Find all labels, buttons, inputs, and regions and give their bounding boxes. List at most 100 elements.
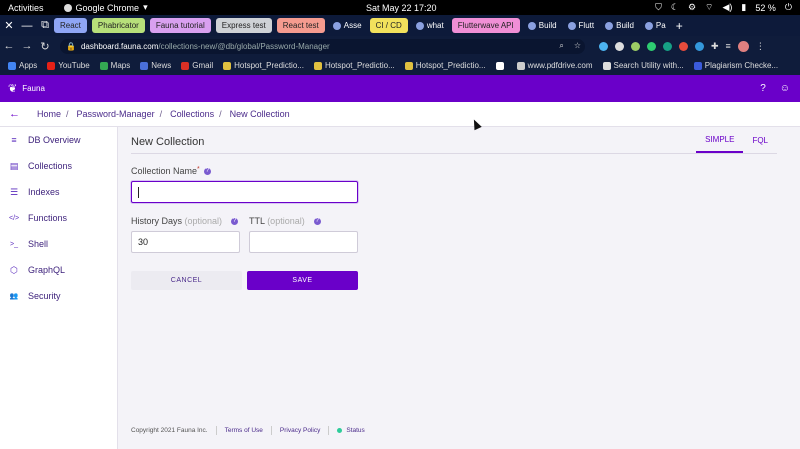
bookmark-favicon-icon [313,61,322,70]
bookmark-item[interactable]: Apps [8,61,37,70]
status-dot-icon [337,428,343,433]
terms-link[interactable]: Terms of Use [225,427,263,434]
extension-icon[interactable] [695,41,704,51]
breadcrumb: ← Home / Password-Manager / Collections … [0,102,800,127]
divider [215,426,217,435]
browser-tab[interactable]: React test [276,18,325,33]
bookmark-item[interactable]: Search Utility with... [602,61,684,70]
sidebar-item-functions[interactable]: </> Functions [0,205,117,231]
chrome-icon [63,3,72,12]
save-button[interactable]: SAVE [247,271,358,290]
avatar[interactable] [737,40,749,52]
breadcrumb-database[interactable]: Password-Manager [77,109,155,119]
bookmark-item[interactable]: Gmail [181,61,213,70]
sidebar-item-shell[interactable]: >_ Shell [0,231,117,257]
browser-tab[interactable]: CI / CD [369,18,408,33]
browser-tab[interactable]: Asse [330,18,365,33]
bookmark-favicon-icon [181,61,190,70]
address-row: ← → ↻ 🔒 dashboard.fauna.com /collections… [0,36,800,56]
bookmark-item[interactable] [495,61,507,70]
bookmark-item[interactable]: www.pdfdrive.com [516,61,593,70]
breadcrumb-home[interactable]: Home [37,109,61,119]
extension-icon[interactable] [615,41,624,51]
tab-simple[interactable]: SIMPLE [696,127,744,153]
extensions: ✚ ≡ ⋮ [599,40,765,52]
puzzle-icon[interactable]: ✚ [711,41,719,52]
bookmark-favicon-icon [47,61,56,70]
menu-icon[interactable]: ⋮ [756,41,765,52]
breadcrumb-collections[interactable]: Collections [170,109,214,119]
sidebar-item-security[interactable]: 👥 Security [0,283,117,309]
search-icon[interactable]: ⌕ [559,41,563,51]
close-window-icon[interactable]: ✕ [0,19,18,32]
activities-button[interactable]: Activities [8,3,44,13]
bookmarks-bar: Apps YouTube Maps News Gmail Hotspot_Predicti… [0,56,800,75]
page-title: New Collection [131,136,205,148]
browser-tab[interactable]: Fauna tutorial [149,18,211,33]
sidebar-item-db-overview[interactable]: ≡ DB Overview [0,127,117,153]
forward-icon[interactable]: → [18,40,36,52]
browser-tab[interactable]: Flutterwave API [451,18,520,33]
help-icon[interactable]: ? [203,168,211,176]
bookmark-item[interactable]: Hotspot_Predictio... [404,61,486,70]
cancel-button[interactable]: CANCEL [131,271,242,290]
browser-tab[interactable]: React [54,18,87,33]
settings-icon: ⚙ [687,2,697,12]
new-tab-icon[interactable]: + [676,19,683,33]
privacy-link[interactable]: Privacy Policy [280,427,320,434]
back-arrow-icon[interactable]: ← [9,108,29,120]
dropdown-icon: ▾ [143,2,148,12]
extension-icon[interactable] [647,41,656,51]
help-icon[interactable]: ? [313,218,321,226]
bookmark-favicon-icon [8,61,16,70]
divider [131,153,777,154]
browser-tab[interactable]: Phabricator [91,18,145,33]
sidebar-item-indexes[interactable]: ☰ Indexes [0,179,117,205]
ttl-input[interactable] [249,231,358,253]
bookmark-item[interactable]: Maps [99,61,130,70]
bookmark-item[interactable]: Hotspot_Predictio... [223,61,304,70]
favicon-icon [415,21,424,30]
fauna-logo-icon[interactable]: ❦ [8,82,17,95]
extension-icon[interactable] [599,41,608,51]
history-days-input[interactable]: 30 [131,231,240,253]
app-menu[interactable]: Google Chrome ▾ [63,2,148,13]
help-icon[interactable]: ? [231,218,239,226]
bookmark-item[interactable]: Hotspot_Predictio... [313,61,395,70]
browser-tab[interactable]: Express test [215,18,272,33]
browser-tab[interactable]: Pa [642,18,669,33]
volume-icon: ◀) [722,2,733,12]
breadcrumb-separator: / [159,109,163,119]
media-icon[interactable]: ≡ [726,41,731,51]
browser-tab[interactable]: what [413,18,447,33]
restore-window-icon[interactable]: ⧉ [36,19,54,32]
bookmark-favicon-icon [404,61,413,70]
bookmark-item[interactable]: Plagiarism Checke... [693,61,778,70]
bookmark-item[interactable]: News [140,61,171,70]
tab-fql[interactable]: FQL [743,127,777,153]
user-icon[interactable]: ☺ [780,83,790,94]
collection-name-input[interactable] [131,181,358,203]
help-icon[interactable]: ? [760,83,766,94]
bookmark-item[interactable]: YouTube [47,61,90,70]
status-link[interactable]: Status [346,427,364,434]
bookmark-star-icon[interactable]: ☆ [574,41,581,51]
back-icon[interactable]: ← [0,40,18,52]
sidebar-item-graphql[interactable]: ⬡ GraphQL [0,257,117,283]
clock[interactable]: Sat May 22 17:20 [366,3,437,13]
system-tray[interactable]: ⛉ ☾ ⚙ ⌔ ◀) ▮ 52 % ⏻ [655,2,792,13]
reload-icon[interactable]: ↻ [36,40,54,53]
browser-tab[interactable]: Flutt [565,18,598,33]
browser-tab[interactable]: Build [602,18,637,33]
security-icon: 👥 [9,293,19,300]
extension-icon[interactable] [679,41,688,51]
extension-icon[interactable] [663,41,672,51]
url-host: dashboard.fauna.com [80,41,159,51]
browser-tab[interactable]: Build [525,18,560,33]
footer: Copyright 2021 Fauna Inc. Terms of Use P… [131,426,365,435]
extension-icon[interactable] [631,41,640,51]
minimize-window-icon[interactable]: — [18,20,36,32]
address-bar[interactable]: 🔒 dashboard.fauna.com /collections-new/@… [60,38,585,54]
sidebar-item-collections[interactable]: ▤ Collections [0,153,117,179]
sidebar: ≡ DB Overview ▤ Collections ☰ Indexes </… [0,127,118,449]
